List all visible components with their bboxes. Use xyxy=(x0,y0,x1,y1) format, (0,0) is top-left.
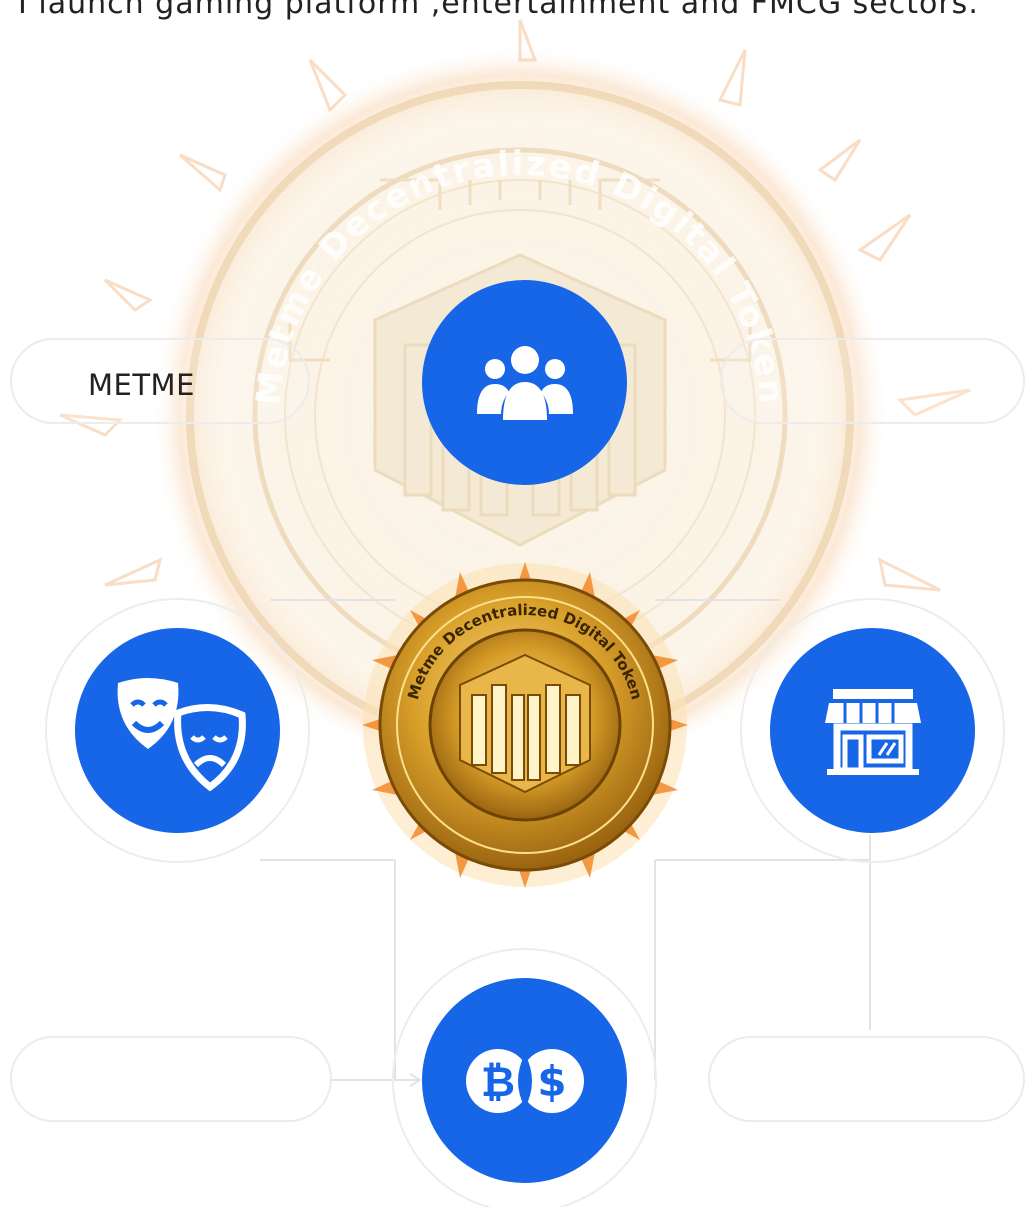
bitcoin-dollar-icon-button[interactable]: ₿ $ xyxy=(422,978,627,1183)
bitcoin-dollar-exchange-icon: ₿ $ xyxy=(465,1048,584,1113)
pill-bottom-right xyxy=(708,1036,1025,1122)
metme-gold-coin-logo: Metme Decentralized Digital Token xyxy=(362,562,688,888)
svg-text:₿: ₿ xyxy=(480,1057,514,1106)
pill-top-right xyxy=(720,338,1025,424)
svg-text:$: $ xyxy=(537,1057,566,1106)
pill-label-metme: METME xyxy=(88,368,195,402)
store-front-icon xyxy=(824,688,921,775)
theater-masks-icon xyxy=(117,677,246,791)
community-icon-button[interactable] xyxy=(422,280,627,485)
pill-bottom-left xyxy=(10,1036,332,1122)
store-front-icon-button[interactable] xyxy=(770,628,975,833)
community-icon xyxy=(476,345,573,420)
theater-masks-icon-button[interactable] xyxy=(75,628,280,833)
